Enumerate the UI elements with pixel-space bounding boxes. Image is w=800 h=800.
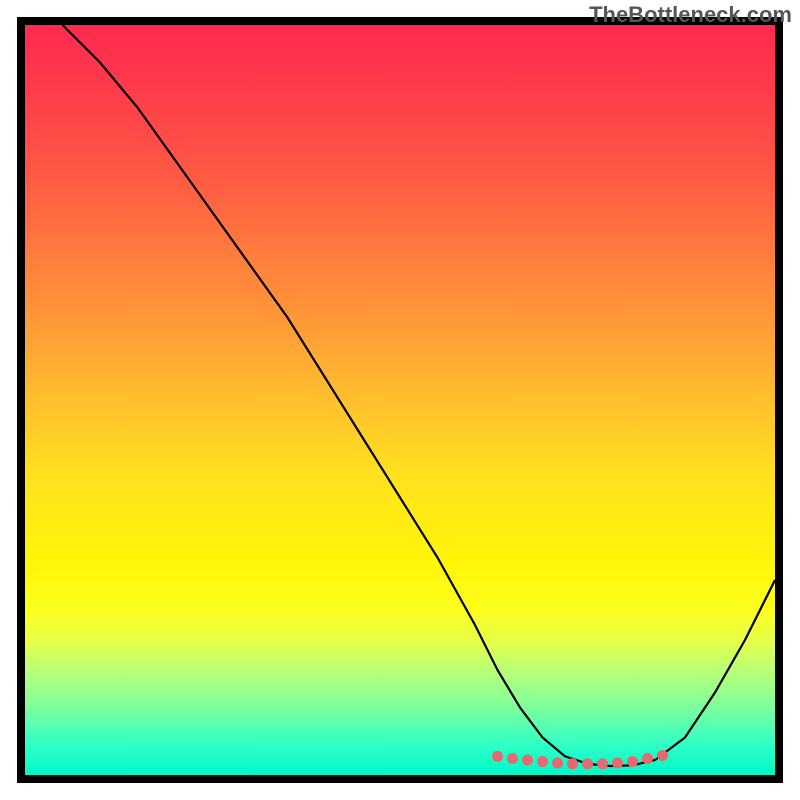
chart-container: TheBottleneck.com [0, 0, 800, 800]
axis-border-right [775, 17, 783, 783]
axis-border-bottom [17, 775, 783, 783]
plot-area [25, 25, 775, 775]
axis-border-left [17, 17, 25, 783]
watermark-label: TheBottleneck.com [589, 2, 792, 28]
